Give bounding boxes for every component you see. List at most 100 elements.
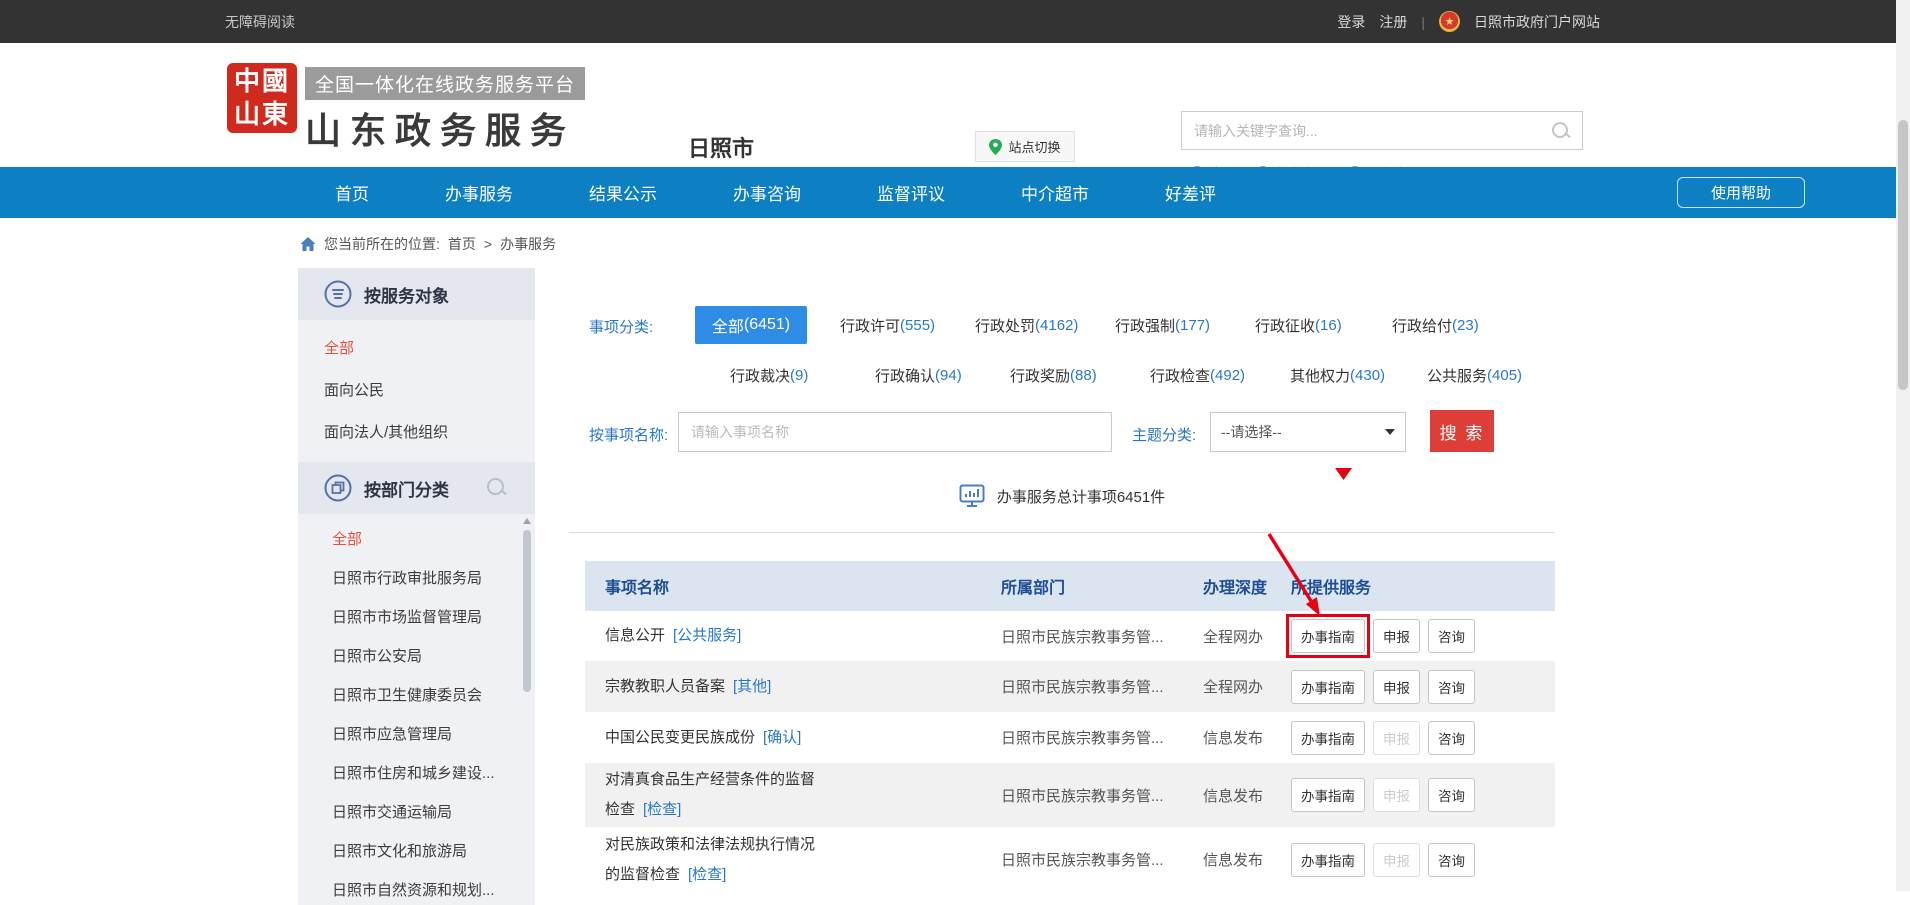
accessibility-link[interactable]: 无障碍阅读 <box>225 12 295 32</box>
category-name: 行政征收 <box>1255 315 1315 336</box>
category-filter: 全部(6451) 行政许可(555) 行政处罚(4162) 行政强制(177) … <box>695 300 1527 400</box>
search-button[interactable]: 搜 索 <box>1430 410 1494 452</box>
category-name: 行政强制 <box>1115 315 1175 336</box>
category-levy[interactable]: 行政征收(16) <box>1255 300 1392 350</box>
guide-button[interactable]: 办事指南 <box>1291 843 1365 877</box>
item-name-link[interactable]: 中国公民变更民族成份 <box>605 729 755 746</box>
category-payment[interactable]: 行政给付(23) <box>1392 300 1527 350</box>
dept-item[interactable]: 日照市卫生健康委员会 <box>298 676 535 715</box>
item-name-link[interactable]: 宗教教职人员备案 <box>605 678 725 695</box>
apply-button[interactable]: 申报 <box>1373 619 1420 653</box>
page-scrollbar[interactable] <box>1896 0 1910 891</box>
target-item-legal-person[interactable]: 面向法人/其他组织 <box>298 412 535 454</box>
nav-item-results[interactable]: 结果公示 <box>589 180 657 205</box>
login-link[interactable]: 登录 <box>1337 12 1365 32</box>
platform-tagline: 全国一体化在线政务服务平台 <box>305 67 585 100</box>
dept-item-all[interactable]: 全部 <box>298 520 535 559</box>
guide-button[interactable]: 办事指南 <box>1291 778 1365 812</box>
category-name: 公共服务 <box>1427 365 1487 386</box>
dept-item[interactable]: 日照市行政审批服务局 <box>298 559 535 598</box>
dept-item[interactable]: 日照市交通运输局 <box>298 793 535 832</box>
item-type-tag[interactable]: [确认] <box>763 729 801 746</box>
consult-button[interactable]: 咨询 <box>1428 843 1475 877</box>
guide-button[interactable]: 办事指南 <box>1291 670 1365 704</box>
category-count: (492) <box>1210 367 1245 384</box>
department-list: 全部 日照市行政审批服务局 日照市市场监督管理局 日照市公安局 日照市卫生健康委… <box>298 514 535 905</box>
keyword-search-input[interactable] <box>1182 123 1552 139</box>
consult-button[interactable]: 咨询 <box>1428 721 1475 755</box>
department-category-icon <box>324 474 352 502</box>
category-count: (23) <box>1452 317 1479 334</box>
item-type-tag[interactable]: [其他] <box>733 678 771 695</box>
keyword-search-box <box>1181 111 1583 150</box>
topic-select[interactable]: --请选择-- <box>1210 412 1406 452</box>
category-inspection[interactable]: 行政检查(492) <box>1115 350 1255 400</box>
nav-item-rating[interactable]: 好差评 <box>1165 180 1216 205</box>
help-button[interactable]: 使用帮助 <box>1677 177 1805 208</box>
item-depth: 信息发布 <box>1203 849 1291 870</box>
guide-button[interactable]: 办事指南 <box>1291 721 1365 755</box>
nav-item-consult[interactable]: 办事咨询 <box>733 180 801 205</box>
item-type-tag[interactable]: [检查] <box>643 801 681 818</box>
dept-item[interactable]: 日照市自然资源和规划... <box>298 871 535 905</box>
scroll-up-icon[interactable] <box>523 518 531 524</box>
page-scrollbar-thumb[interactable] <box>1898 120 1908 390</box>
category-licensing[interactable]: 行政许可(555) <box>840 300 975 350</box>
register-link[interactable]: 注册 <box>1379 12 1407 32</box>
home-icon <box>300 236 316 252</box>
nav-item-home[interactable]: 首页 <box>335 180 369 205</box>
item-name-link[interactable]: 信息公开 <box>605 627 665 644</box>
scrollbar-thumb[interactable] <box>523 530 531 692</box>
consult-button[interactable]: 咨询 <box>1428 778 1475 812</box>
dept-item[interactable]: 日照市住房和城乡建设... <box>298 754 535 793</box>
item-department: 日照市民族宗教事务管... <box>1001 727 1203 748</box>
apply-button-disabled: 申报 <box>1373 843 1420 877</box>
consult-button[interactable]: 咨询 <box>1428 670 1475 704</box>
city-name: 日照市 <box>688 131 754 163</box>
col-depth: 办理深度 <box>1203 574 1291 598</box>
item-type-tag[interactable]: [检查] <box>688 866 726 883</box>
nav-item-services[interactable]: 办事服务 <box>445 180 513 205</box>
item-name-link[interactable]: 对清真食品生产经营条件的监督检查 <box>605 771 815 818</box>
department-scrollbar[interactable] <box>522 516 532 902</box>
target-item-all[interactable]: 全部 <box>298 328 535 370</box>
main-nav: 首页 办事服务 结果公示 办事咨询 监督评议 中介超市 好差评 使用帮助 <box>0 167 1910 218</box>
breadcrumb-prefix: 您当前所在的位置: <box>324 234 440 254</box>
category-name: 行政处罚 <box>975 315 1035 336</box>
category-count: (405) <box>1487 367 1522 384</box>
portal-site-link[interactable]: 日照市政府门户网站 <box>1474 12 1600 32</box>
dept-item[interactable]: 日照市文化和旅游局 <box>298 832 535 871</box>
target-item-citizen[interactable]: 面向公民 <box>298 370 535 412</box>
category-ruling[interactable]: 行政裁决(9) <box>695 350 840 400</box>
category-count: (177) <box>1175 317 1210 334</box>
category-name: 行政奖励 <box>1010 365 1070 386</box>
sidebar: 按服务对象 全部 面向公民 面向法人/其他组织 按部门分类 全部 日照市行政审批… <box>298 268 535 891</box>
category-all[interactable]: 全部(6451) <box>695 306 807 344</box>
department-search-icon[interactable] <box>487 478 507 498</box>
item-name-input[interactable] <box>678 412 1112 452</box>
dept-item[interactable]: 日照市应急管理局 <box>298 715 535 754</box>
category-name: 其他权力 <box>1290 365 1350 386</box>
item-type-tag[interactable]: [公共服务] <box>673 627 741 644</box>
nav-item-supervision[interactable]: 监督评议 <box>877 180 945 205</box>
category-confirmation[interactable]: 行政确认(94) <box>840 350 975 400</box>
item-department: 日照市民族宗教事务管... <box>1001 626 1203 647</box>
breadcrumb-current: 办事服务 <box>500 234 556 254</box>
category-reward[interactable]: 行政奖励(88) <box>975 350 1115 400</box>
category-other-power[interactable]: 其他权力(430) <box>1255 350 1392 400</box>
breadcrumb-home-link[interactable]: 首页 <box>448 234 476 254</box>
search-icon[interactable] <box>1552 122 1570 140</box>
dept-item[interactable]: 日照市市场监督管理局 <box>298 598 535 637</box>
category-coercion[interactable]: 行政强制(177) <box>1115 300 1255 350</box>
dept-item[interactable]: 日照市公安局 <box>298 637 535 676</box>
category-penalty[interactable]: 行政处罚(4162) <box>975 300 1115 350</box>
consult-button[interactable]: 咨询 <box>1428 619 1475 653</box>
sidebar-section-by-target: 按服务对象 <box>298 268 535 320</box>
category-public-service[interactable]: 公共服务(405) <box>1392 350 1527 400</box>
nav-item-intermediary[interactable]: 中介超市 <box>1021 180 1089 205</box>
topic-selected-value: --请选择-- <box>1221 422 1282 442</box>
site-switch-button[interactable]: 站点切换 <box>975 131 1075 162</box>
item-name-filter-label: 按事项名称: <box>589 424 668 445</box>
apply-button[interactable]: 申报 <box>1373 670 1420 704</box>
guide-button[interactable]: 办事指南 <box>1291 619 1365 653</box>
